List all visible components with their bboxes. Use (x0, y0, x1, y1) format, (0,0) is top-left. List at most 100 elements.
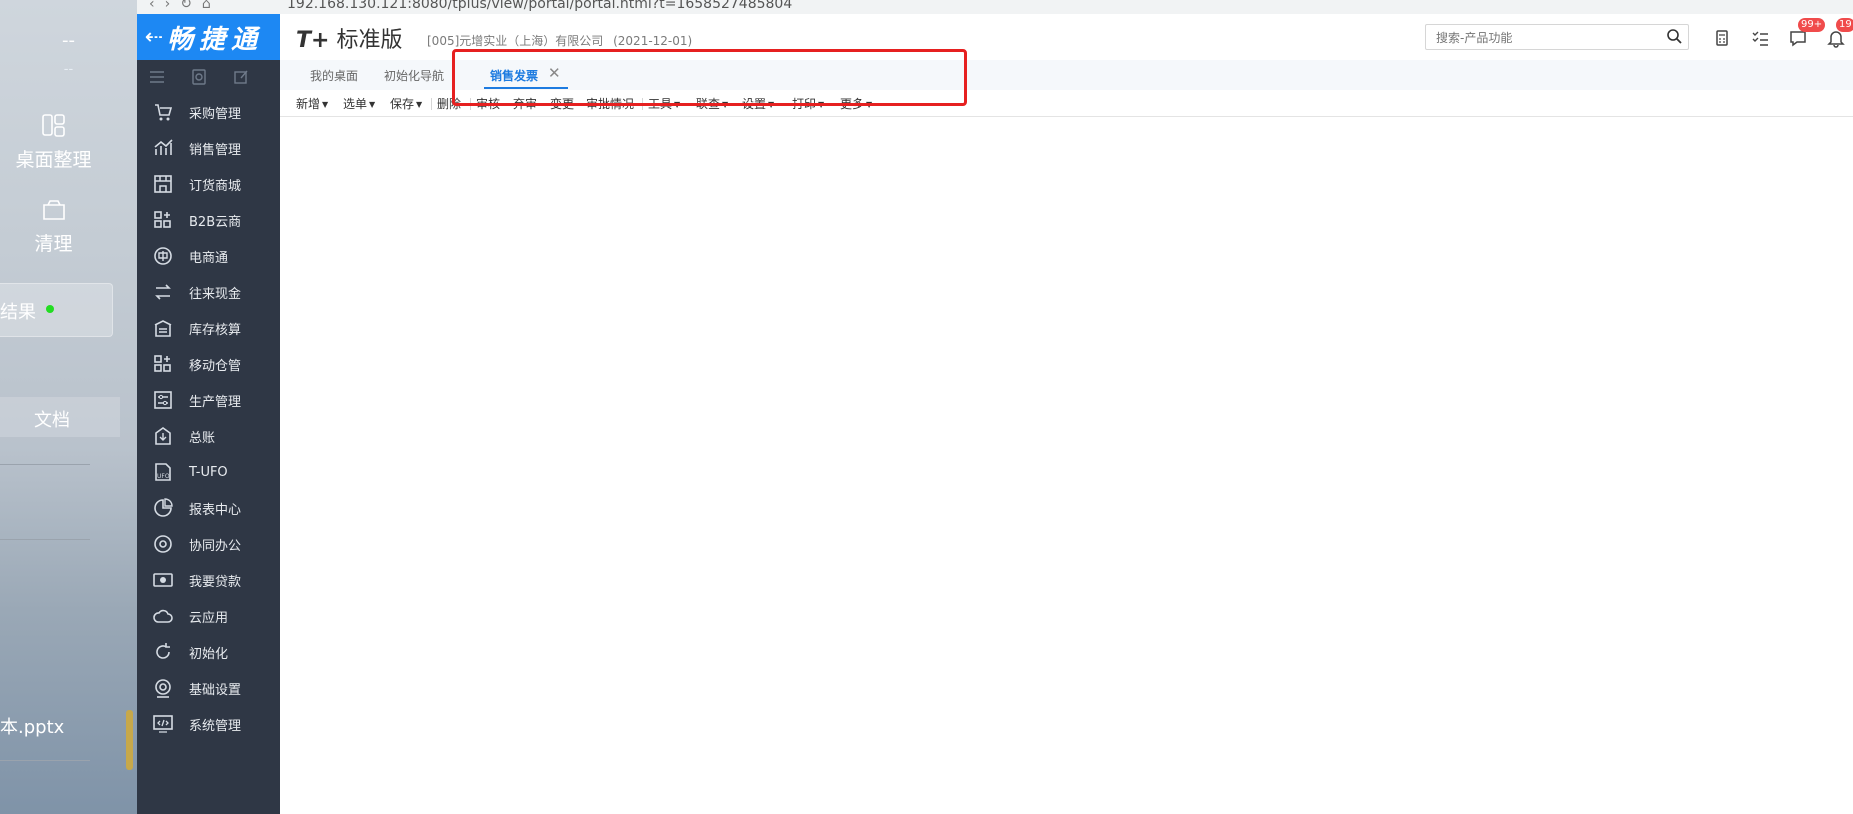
target-icon (149, 533, 177, 555)
toolbar-button[interactable]: 联查 ▼ (696, 95, 728, 112)
tab-label: 初始化导航 (384, 69, 445, 83)
address-bar[interactable]: 192.168.130.121:8080/tplus/view/portal/p… (287, 0, 792, 12)
action-toolbar: 新增 ▼ 选单 ▼ 保存 ▼ 删除 审核 弃审 变更 审批情况 工具 ▼ 联查 ▼ 设置 ▼ 打印 ▼ 更多 ▼ (280, 90, 1853, 117)
chevron-down-icon: ▼ (674, 100, 681, 109)
sidebar-item-label: 基础设置 (189, 682, 242, 698)
close-icon[interactable]: ✕ (548, 64, 561, 82)
notification-button[interactable]: 19 (1826, 18, 1853, 48)
chart-up-icon (149, 137, 177, 159)
toolbar-button-label: 设置 (742, 97, 767, 111)
toolbar-button[interactable]: 设置 ▼ (742, 95, 774, 112)
sidebar-item-label: 采购管理 (189, 106, 242, 122)
toolbar-button[interactable]: 审核 (476, 95, 500, 112)
desktop-clean[interactable]: 清理 (0, 196, 137, 256)
notification-badge: 19 (1836, 18, 1853, 32)
toolbar-button[interactable]: 审批情况 (586, 95, 634, 112)
toolbar-button[interactable]: 保存 ▼ (390, 95, 422, 112)
chevron-down-icon: ▼ (369, 100, 376, 109)
sidebar-item[interactable]: 销售管理 (137, 130, 280, 166)
tab-my-desktop[interactable]: 我的桌面 (310, 67, 358, 84)
toolbar-button[interactable]: 打印 ▼ (792, 95, 824, 112)
company-name: [005]元增实业（上海）有限公司 (427, 34, 604, 48)
task-list-icon[interactable] (1750, 28, 1770, 48)
toolbar-button-label: 删除 (437, 97, 462, 111)
desktop-clean-label: 清理 (34, 233, 73, 255)
sidebar-item[interactable]: 报表中心 (137, 490, 280, 526)
sidebar-item[interactable]: 订货商城 (137, 166, 280, 202)
sidebar-item[interactable]: 移动仓管 (137, 346, 280, 382)
desktop-file-label[interactable]: 本.pptx (0, 713, 64, 739)
toolbar-button[interactable]: 更多 ▼ (840, 95, 872, 112)
chevron-down-icon: ▼ (866, 100, 873, 109)
sidebar-item[interactable]: 采购管理 (137, 94, 280, 130)
svg-text:UFO: UFO (157, 473, 170, 480)
edit-icon[interactable] (233, 69, 249, 85)
sidebar-item[interactable]: 系统管理 (137, 706, 280, 742)
divider (0, 760, 90, 761)
sidebar-item[interactable]: 协同办公 (137, 526, 280, 562)
toolbar-button[interactable]: 删除 (437, 95, 461, 112)
sidebar-item[interactable]: UFO T-UFO (137, 454, 280, 490)
brand-name: 畅捷通 (167, 24, 264, 55)
menu-icon[interactable] (149, 70, 165, 84)
brand-bar: ⇠ 畅捷通 (137, 14, 280, 60)
desktop-doc-band: 文档 (0, 397, 120, 437)
desktop-value-sub: -- (63, 62, 74, 77)
sidebar-menu: 采购管理 销售管理 订货商城 B2B云商 电商通 往来现金 库存核算 移动仓管 生产管理 总账 UF… (137, 94, 280, 742)
refresh-icon (149, 641, 177, 663)
sidebar-item-label: 系统管理 (189, 718, 242, 734)
toolbar-button[interactable]: 新增 ▼ (296, 95, 328, 112)
sidebar-item[interactable]: 初始化 (137, 634, 280, 670)
message-button[interactable]: 99+ (1788, 18, 1826, 48)
arrow-left-icon[interactable]: ⇠ (141, 25, 167, 50)
app-sidebar: ⇠ 畅捷通 采购管理销售管理 订货商城 B2B云商 电商通 往来现金 库存核算移动仓管生产… (137, 14, 280, 814)
search-box (1425, 24, 1689, 51)
sidebar-item-label: 移动仓管 (189, 358, 242, 374)
active-tab-underline (484, 87, 569, 89)
desktop-value: -- (62, 30, 75, 51)
tab-bar: 我的桌面 初始化导航 销售发票 ✕ (280, 60, 1853, 90)
ufo-doc-icon: UFO (149, 461, 177, 483)
sidebar-item[interactable]: 生产管理 (137, 382, 280, 418)
tab-init-guide[interactable]: 初始化导航 (384, 67, 444, 84)
search-doc-icon[interactable] (191, 69, 207, 85)
browser-bar: ‹›↻⌂ 192.168.130.121:8080/tplus/view/por… (137, 0, 1853, 15)
tab-sales-invoice[interactable]: 销售发票 (484, 67, 569, 89)
sidebar-item[interactable]: B2B云商 (137, 202, 280, 238)
sidebar-item[interactable]: 云应用 (137, 598, 280, 634)
sidebar-item-label: 我要贷款 (189, 574, 242, 590)
sidebar-item[interactable]: 库存核算 (137, 310, 280, 346)
sidebar-item[interactable]: 总账 (137, 418, 280, 454)
toolbar-button[interactable]: 选单 ▼ (343, 95, 375, 112)
status-dot (46, 305, 54, 313)
product-logo: T+ 标准版 (296, 22, 402, 54)
search-icon[interactable] (1666, 28, 1682, 44)
toolbar-button[interactable]: 工具 ▼ (648, 95, 680, 112)
toolbar-button-label: 更多 (840, 97, 865, 111)
toolbar-divider (431, 98, 432, 110)
toolbar-button[interactable]: 弃审 (513, 95, 537, 112)
chevron-down-icon: ▼ (768, 100, 775, 109)
sidebar-item-label: 初始化 (189, 646, 229, 662)
sidebar-item[interactable]: 我要贷款 (137, 562, 280, 598)
browser-nav-icons[interactable]: ‹›↻⌂ (149, 0, 221, 12)
folder-icon (42, 200, 65, 220)
sidebar-item[interactable]: 往来现金 (137, 274, 280, 310)
sidebar-item[interactable]: 基础设置 (137, 670, 280, 706)
search-input[interactable] (1434, 25, 1658, 51)
calculator-icon[interactable] (1712, 28, 1732, 48)
product-mark: T+ (296, 28, 330, 53)
desktop-organize[interactable]: 桌面整理 (0, 112, 137, 172)
toolbar-button-label: 联查 (696, 97, 721, 111)
toolbar-button-label: 变更 (550, 97, 575, 111)
account-date: (2021-12-01) (613, 34, 693, 48)
desktop-result-panel[interactable]: 结果 (0, 283, 113, 337)
toolbar-button-label: 审批情况 (586, 97, 635, 111)
scrollbar-handle[interactable] (126, 710, 133, 770)
sidebar-item-label: 云应用 (189, 610, 229, 626)
sidebar-item[interactable]: 电商通 (137, 238, 280, 274)
product-name: 标准版 (336, 28, 403, 53)
toolbar-button[interactable]: 变更 (550, 95, 574, 112)
desktop-background: -- -- 桌面整理 清理 结果 文档 本.pptx (0, 0, 137, 814)
toolbar-button-label: 保存 (390, 97, 415, 111)
